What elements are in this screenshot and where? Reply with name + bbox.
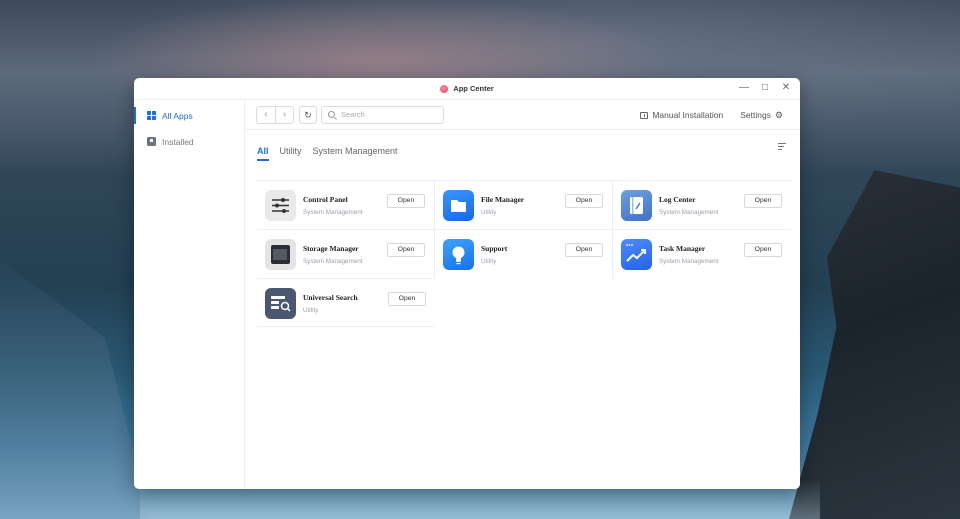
app-category: Utility (481, 258, 497, 265)
open-button[interactable]: Open (744, 243, 782, 257)
app-name: Support (481, 244, 508, 253)
close-button[interactable]: ✕ (780, 82, 792, 94)
app-category: System Management (303, 258, 363, 265)
search-box[interactable] (321, 105, 444, 124)
app-card-control-panel[interactable]: Control Panel System Management Open (257, 181, 435, 230)
nav-group: ‹ › (256, 105, 294, 124)
gear-icon: ⚙ (774, 109, 783, 120)
app-card-support[interactable]: Support Utility Open (435, 230, 613, 279)
app-name: Log Center (659, 195, 696, 204)
wallpaper-wave (0, 260, 150, 519)
open-button[interactable]: Open (565, 243, 603, 257)
search-input[interactable] (341, 110, 436, 119)
search-icon (328, 111, 335, 118)
sidebar-item-label: All Apps (162, 110, 193, 121)
open-button[interactable]: Open (744, 194, 782, 208)
open-button[interactable]: Open (388, 292, 426, 306)
app-name: File Manager (481, 195, 525, 204)
main-panel: ‹ › ↻ Manual Installation Settings ⚙ Al (245, 100, 800, 489)
app-card-file-manager[interactable]: File Manager Utility Open (435, 181, 613, 230)
sidebar-item-label: Installed (162, 136, 194, 147)
task-manager-icon (621, 239, 652, 270)
control-panel-icon (265, 190, 296, 221)
app-name: Control Panel (303, 195, 348, 204)
grid-icon (147, 111, 156, 120)
sidebar-item-installed[interactable]: Installed (134, 131, 244, 152)
manual-installation-label: Manual Installation (652, 110, 724, 120)
tab-system-management[interactable]: System Management (313, 146, 398, 161)
app-category: System Management (659, 258, 719, 265)
app-category: Utility (481, 209, 497, 216)
tab-all[interactable]: All (257, 146, 269, 161)
file-manager-icon (443, 190, 474, 221)
category-tabs: All Utility System Management (245, 130, 800, 161)
app-name: Universal Search (303, 293, 358, 302)
open-button[interactable]: Open (387, 194, 425, 208)
refresh-button[interactable]: ↻ (299, 105, 317, 124)
installed-icon (147, 137, 156, 146)
title-bar[interactable]: App Center — □ ✕ (134, 78, 800, 100)
app-name: Task Manager (659, 244, 706, 253)
sidebar: All Apps Installed (134, 100, 245, 489)
app-center-window: App Center — □ ✕ All Apps Installed ‹ › … (134, 78, 800, 489)
app-card-universal-search[interactable]: Universal Search Utility Open (257, 279, 435, 328)
maximize-button[interactable]: □ (759, 82, 771, 94)
settings-label: Settings (740, 110, 771, 120)
open-button[interactable]: Open (565, 194, 603, 208)
window-title: App Center (453, 84, 494, 93)
minimize-button[interactable]: — (738, 82, 750, 94)
universal-search-icon (265, 288, 296, 319)
app-card-log-center[interactable]: Log Center System Management Open (613, 181, 791, 230)
app-center-logo-icon (440, 84, 449, 93)
sort-icon[interactable] (778, 143, 786, 151)
package-icon (640, 111, 649, 119)
app-card-storage-manager[interactable]: Storage Manager System Management Open (257, 230, 435, 279)
toolbar: ‹ › ↻ Manual Installation Settings ⚙ (245, 100, 800, 130)
app-card-task-manager[interactable]: Task Manager System Management Open (613, 230, 791, 279)
support-icon (443, 239, 474, 270)
log-center-icon (621, 190, 652, 221)
app-name: Storage Manager (303, 244, 359, 253)
storage-manager-icon (265, 239, 296, 270)
settings-button[interactable]: Settings ⚙ (740, 110, 783, 121)
forward-button[interactable]: › (275, 106, 293, 123)
tab-utility[interactable]: Utility (280, 146, 302, 161)
back-button[interactable]: ‹ (257, 107, 275, 123)
sidebar-item-all-apps[interactable]: All Apps (134, 105, 244, 126)
app-grid: Control Panel System Management Open Fil… (257, 180, 791, 327)
app-category: Utility (303, 307, 319, 314)
app-category: System Management (303, 209, 363, 216)
open-button[interactable]: Open (387, 243, 425, 257)
app-category: System Management (659, 209, 719, 216)
manual-installation-button[interactable]: Manual Installation (640, 110, 723, 120)
